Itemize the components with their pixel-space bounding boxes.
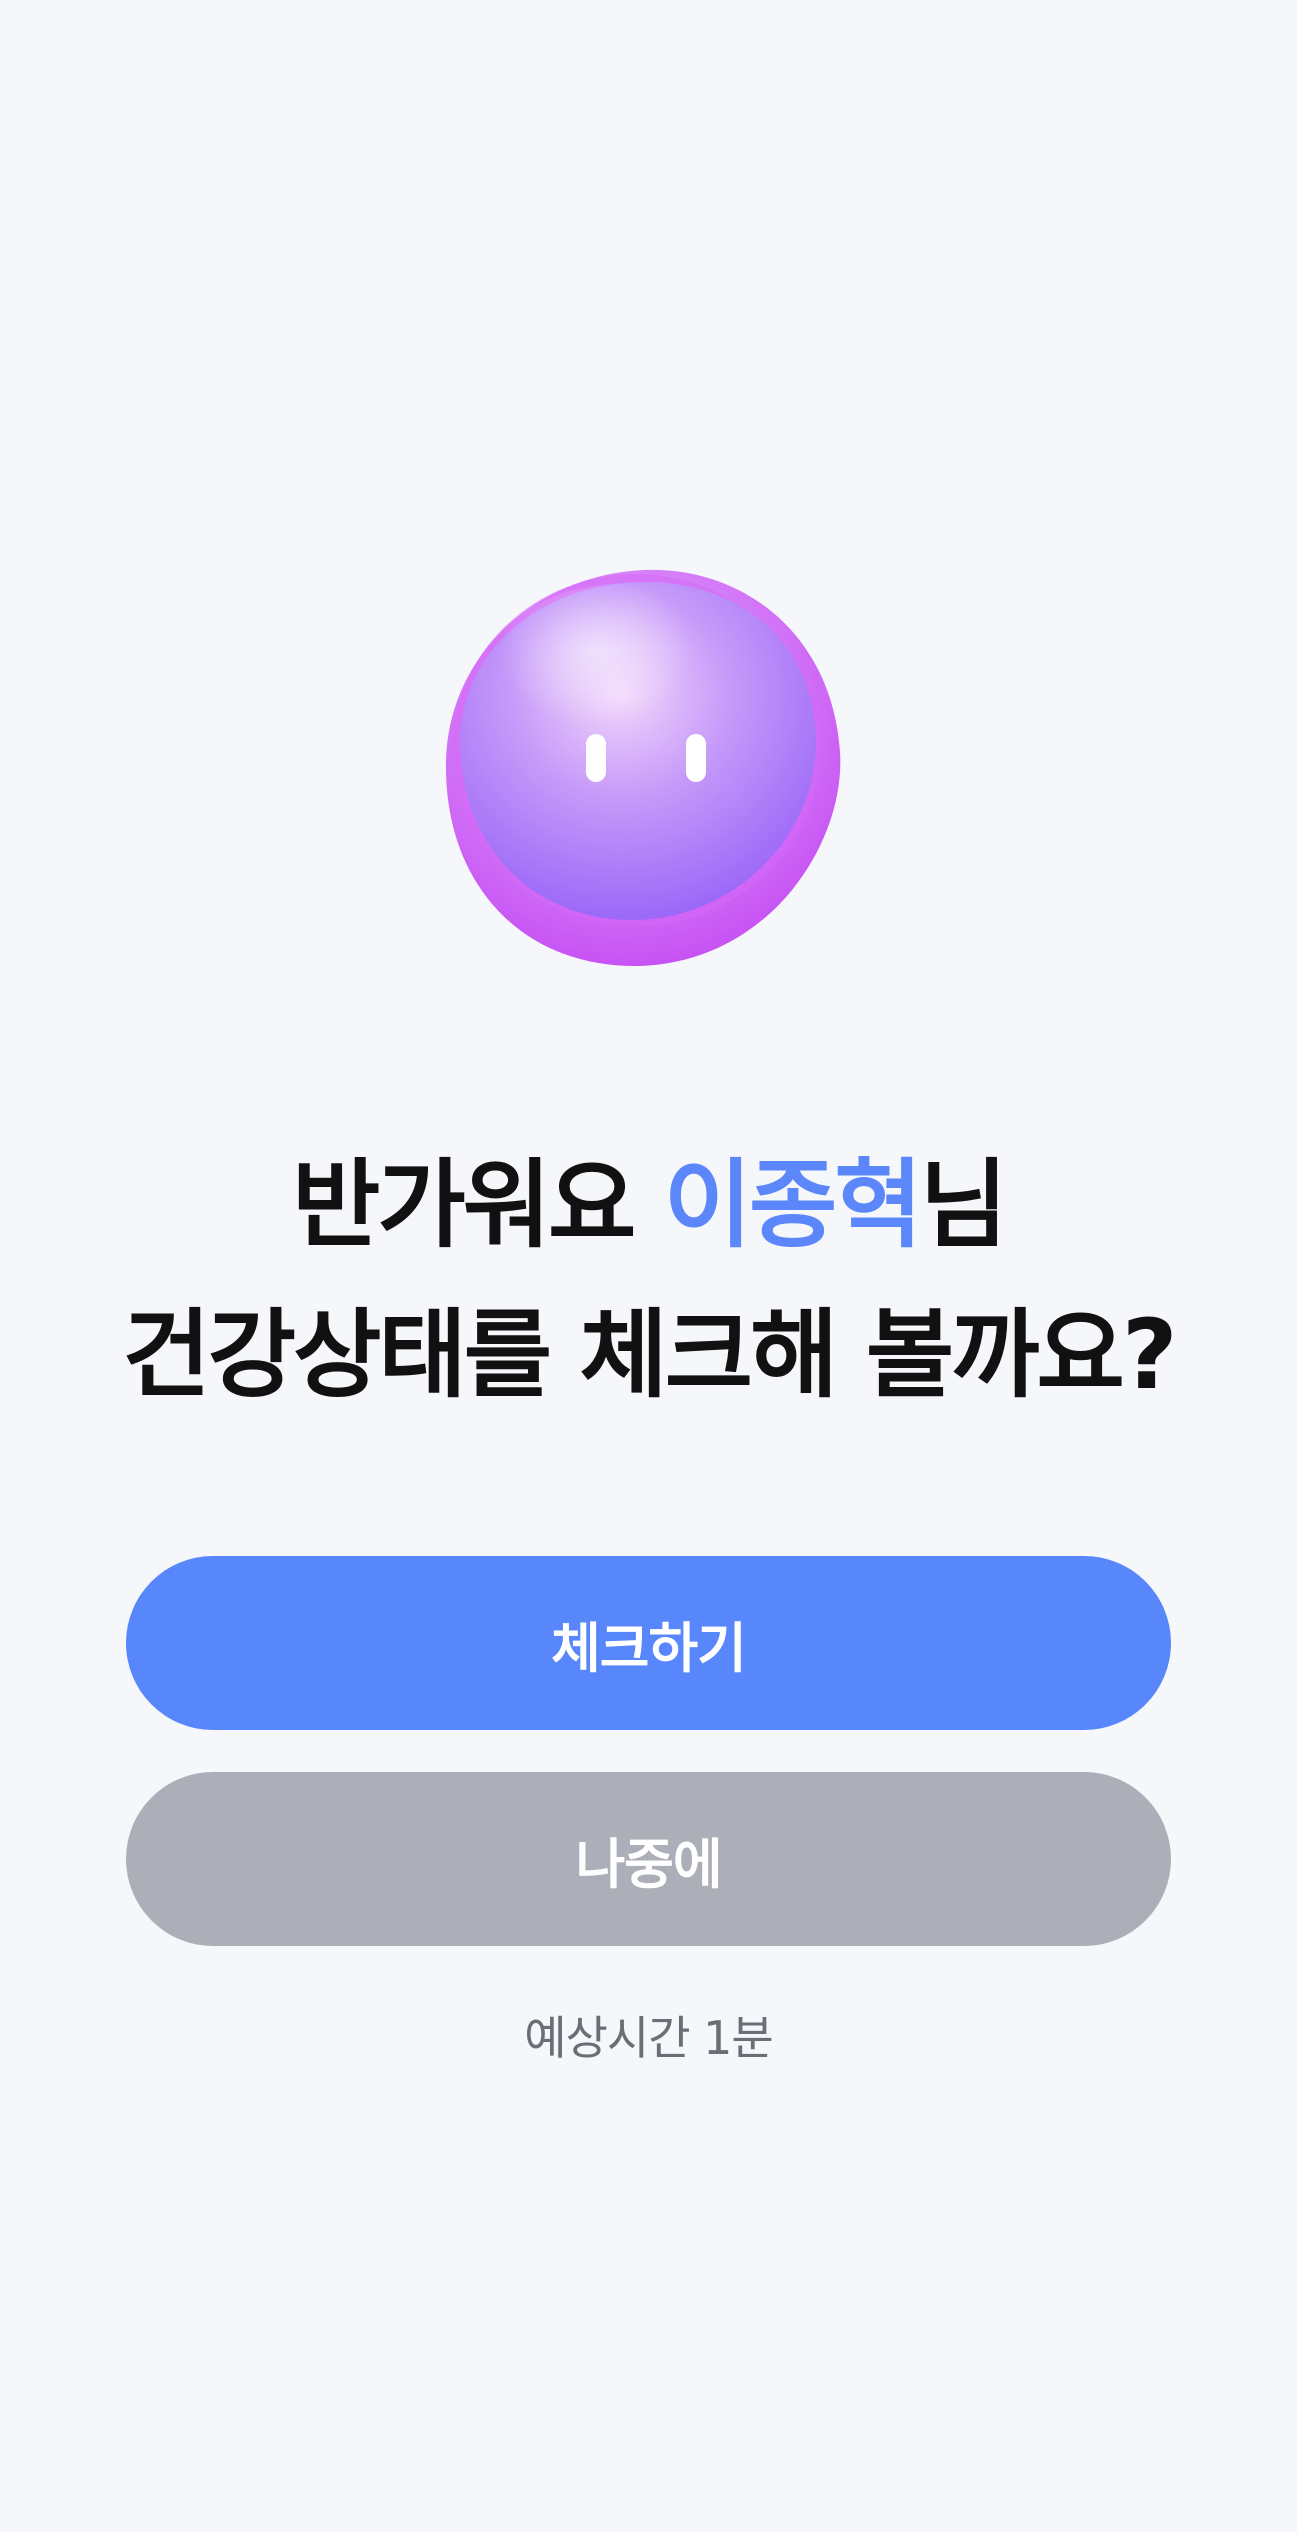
check-button-label: 체크하기 <box>551 1616 747 1680</box>
health-check-intro-screen: 반가워요 이종혁님 건강상태를 체크해 볼까요? 체크하기 나중에 예상시간 1… <box>0 0 1297 2532</box>
user-name: 이종혁 <box>663 1149 923 1261</box>
later-button-label: 나중에 <box>575 1832 722 1896</box>
greeting-suffix: 님 <box>919 1149 1008 1261</box>
greeting-line-2: 건강상태를 체크해 볼까요? <box>122 1299 1177 1411</box>
greeting-prefix: 반가워요 <box>292 1149 664 1261</box>
mascot-right-eye <box>686 734 706 782</box>
check-button[interactable]: 체크하기 <box>126 1556 1171 1730</box>
purple-blob-mascot-icon <box>440 562 850 972</box>
estimated-time-text: 예상시간 1분 <box>524 2011 774 2065</box>
greeting-line-1: 반가워요 이종혁님 <box>0 1130 1297 1280</box>
later-button[interactable]: 나중에 <box>126 1772 1171 1946</box>
greeting-heading: 반가워요 이종혁님 건강상태를 체크해 볼까요? <box>0 1130 1297 1430</box>
mascot-left-eye <box>586 734 606 782</box>
